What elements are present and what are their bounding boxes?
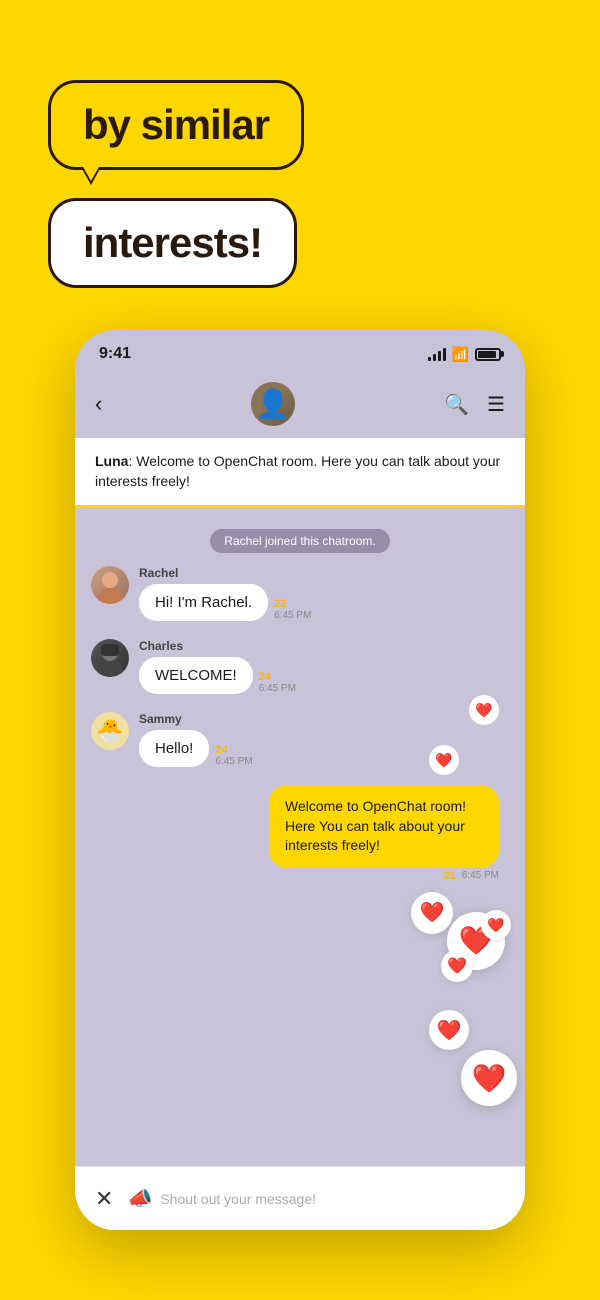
wifi-icon: 📶 [452, 346, 469, 363]
charles-time: 6:45 PM [259, 683, 296, 694]
own-count: 21 [444, 870, 456, 882]
header-actions: 🔍 ☰ [444, 392, 505, 417]
sammy-bubble: Hello! [139, 730, 209, 767]
megaphone-icon: 📣 [127, 1186, 152, 1211]
menu-icon[interactable]: ☰ [487, 392, 505, 417]
heart-medium[interactable]: ❤️ [411, 892, 453, 934]
chat-body[interactable]: Rachel joined this chatroom. Rachel Hi! … [75, 508, 525, 1208]
rachel-count: 22 [274, 598, 286, 610]
own-msg-content: Welcome to OpenChat room! Here You can t… [269, 785, 499, 882]
close-button[interactable]: ✕ [95, 1186, 113, 1212]
status-icons: 📶 [428, 346, 501, 363]
speech-bubbles-container: by similar interests! [48, 80, 304, 288]
chat-header: ‹ 🔍 ☰ [75, 374, 525, 438]
heart-overlay-3[interactable]: ❤️ [429, 1010, 469, 1050]
heart-overlay-large[interactable]: ❤️ [461, 1050, 517, 1106]
rachel-time: 6:45 PM [274, 610, 311, 621]
status-time: 9:41 [99, 345, 131, 363]
sammy-msg-content: Sammy Hello! 24 6:45 PM [139, 712, 253, 767]
bubble-interests-text: interests! [83, 219, 262, 266]
status-bar: 9:41 📶 [75, 330, 525, 374]
sammy-count: 24 [215, 744, 227, 756]
sammy-name: Sammy [139, 712, 253, 726]
battery-icon [475, 348, 501, 361]
message-rachel: Rachel Hi! I'm Rachel. 22 6:45 PM [91, 566, 509, 621]
charles-meta: 24 6:45 PM [259, 671, 296, 694]
charles-avatar [91, 639, 129, 677]
avatar-face [251, 382, 295, 426]
rachel-msg-content: Rachel Hi! I'm Rachel. 22 6:45 PM [139, 566, 311, 621]
signal-bars-icon [428, 347, 446, 361]
charles-name: Charles [139, 639, 296, 653]
message-charles: Charles WELCOME! 24 6:45 PM [91, 639, 509, 694]
own-time: 6:45 PM [462, 870, 499, 881]
welcome-banner-sender: Luna [95, 453, 128, 469]
own-bubble: Welcome to OpenChat room! Here You can t… [269, 785, 499, 868]
rachel-name: Rachel [139, 566, 311, 580]
charles-bubble: WELCOME! [139, 657, 253, 694]
heart-overlay-2[interactable]: ❤️ [441, 950, 473, 982]
message-input-placeholder[interactable]: Shout out your message! [160, 1191, 316, 1207]
bottom-bar: ✕ 📣 Shout out your message! [75, 1166, 525, 1230]
heart-small-1[interactable]: ❤️ [469, 695, 499, 725]
back-button[interactable]: ‹ [95, 391, 102, 417]
rachel-msg-row: Hi! I'm Rachel. 22 6:45 PM [139, 584, 311, 621]
input-area[interactable]: 📣 Shout out your message! [127, 1186, 505, 1211]
heart-overlay-1[interactable]: ❤️ [481, 910, 511, 940]
charles-msg-row: WELCOME! 24 6:45 PM [139, 657, 296, 694]
welcome-banner: Luna: Welcome to OpenChat room. Here you… [75, 438, 525, 508]
own-message: Welcome to OpenChat room! Here You can t… [91, 785, 509, 882]
sammy-avatar: 🐣 [91, 712, 129, 750]
rachel-avatar [91, 566, 129, 604]
rachel-meta: 22 6:45 PM [274, 598, 311, 621]
sammy-msg-row: Hello! 24 6:45 PM [139, 730, 253, 767]
phone-mockup: 9:41 📶 ‹ 🔍 ☰ Luna: Welcome to OpenChat r… [75, 330, 525, 1230]
bubble-by-similar-text: by similar [83, 101, 269, 148]
welcome-banner-text: Luna: Welcome to OpenChat room. Here you… [95, 452, 505, 491]
welcome-banner-message: : Welcome to OpenChat room. Here you can… [95, 453, 500, 489]
header-avatar [251, 382, 295, 426]
search-icon[interactable]: 🔍 [444, 392, 469, 417]
sammy-meta: 24 6:45 PM [215, 744, 252, 767]
svg-text:🐣: 🐣 [96, 718, 123, 743]
rachel-bubble: Hi! I'm Rachel. [139, 584, 268, 621]
system-message: Rachel joined this chatroom. [91, 532, 509, 550]
bubble-interests: interests! [48, 198, 297, 288]
own-meta: 21 6:45 PM [444, 870, 500, 882]
bubble-by-similar: by similar [48, 80, 304, 170]
sammy-time: 6:45 PM [215, 756, 252, 767]
charles-count: 24 [259, 671, 271, 683]
heart-small-2[interactable]: ❤️ [429, 745, 459, 775]
charles-msg-content: Charles WELCOME! 24 6:45 PM [139, 639, 296, 694]
system-message-text: Rachel joined this chatroom. [210, 529, 389, 553]
